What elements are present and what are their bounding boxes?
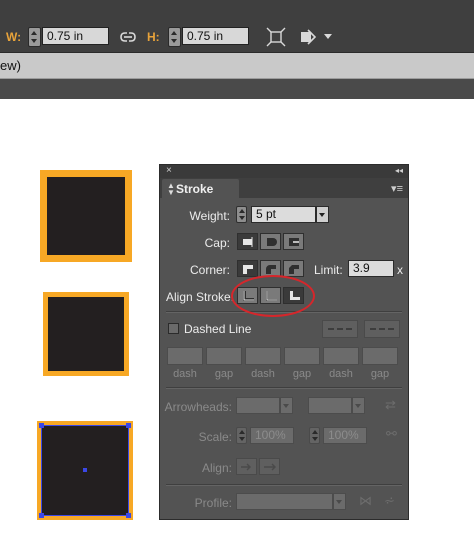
dash-preset-exact-icon <box>328 328 352 330</box>
panel-tab-row: ▲ ▼ Stroke <box>160 178 408 198</box>
arrow-align-place-button[interactable] <box>259 458 280 475</box>
scale-end-stepper[interactable] <box>309 427 320 444</box>
square-stroke-outside[interactable] <box>40 170 132 262</box>
dash-preset-align-corners-icon <box>370 328 394 330</box>
isolate-object-icon[interactable] <box>299 27 319 47</box>
panel-divider <box>166 484 402 486</box>
height-field[interactable]: 0.75 in <box>182 27 249 45</box>
control-bar: W: 0.75 in H: 0.75 in <box>0 0 474 53</box>
flip-along-icon[interactable]: ⋈ <box>359 493 372 509</box>
limit-unit: x <box>397 263 403 277</box>
expand-arrows-icon[interactable]: ▲ ▼ <box>167 182 175 197</box>
round-cap-button[interactable] <box>260 233 281 250</box>
butt-cap-button[interactable] <box>237 233 258 250</box>
transform-each-icon[interactable] <box>266 27 286 47</box>
width-label: W: <box>6 30 22 44</box>
corner-label: Corner: <box>189 263 230 277</box>
gap-1-field[interactable] <box>206 347 242 365</box>
profile-select[interactable] <box>236 493 333 510</box>
dash-1-field[interactable] <box>167 347 203 365</box>
width-field[interactable]: 0.75 in <box>42 27 109 45</box>
bevel-join-icon <box>289 265 299 274</box>
arrow-extend-icon <box>241 463 251 471</box>
miter-join-button[interactable] <box>237 260 258 277</box>
arrowhead-end-select[interactable] <box>308 397 352 414</box>
close-icon[interactable]: × <box>166 165 172 177</box>
flip-across-icon[interactable]: ⩫ <box>384 493 395 509</box>
height-stepper[interactable] <box>168 27 181 47</box>
dash-2-field[interactable] <box>245 347 281 365</box>
chevron-down-icon[interactable] <box>324 34 332 39</box>
round-join-icon <box>266 265 276 274</box>
scale-start-field[interactable]: 100% <box>250 427 294 444</box>
limit-field[interactable]: 3.9 <box>348 260 394 277</box>
align-stroke-label: Align Stroke: <box>166 290 235 304</box>
selection-handle[interactable] <box>126 513 131 518</box>
projecting-cap-icon <box>289 238 299 246</box>
collapse-icon[interactable]: ◂◂ <box>395 165 403 177</box>
constrain-proportions-icon[interactable] <box>118 27 138 47</box>
stroke-panel: × ◂◂ ▲ ▼ Stroke ▾≡ Weight: 5 pt Cap: Corn… <box>159 164 409 520</box>
selection-handle[interactable] <box>39 423 44 428</box>
square-stroke-inside[interactable] <box>43 292 129 376</box>
panel-titlebar[interactable]: × ◂◂ <box>160 165 408 178</box>
gap-2-label: gap <box>292 368 312 380</box>
weight-field[interactable]: 5 pt <box>251 206 316 223</box>
arrowhead-start-dropdown[interactable] <box>280 397 293 414</box>
weight-label: Weight: <box>189 209 230 223</box>
profile-dropdown[interactable] <box>333 493 346 510</box>
tab-stroke-label: Stroke <box>176 182 214 196</box>
dash-3-label: dash <box>329 368 353 380</box>
gap-2-field[interactable] <box>284 347 320 365</box>
arrowhead-end-dropdown[interactable] <box>352 397 365 414</box>
arrowheads-label: Arrowheads: <box>164 400 232 414</box>
bevel-join-button[interactable] <box>283 260 304 277</box>
weight-stepper[interactable] <box>236 206 247 223</box>
arrowhead-start-select[interactable] <box>236 397 280 414</box>
round-cap-icon <box>267 238 277 246</box>
arrow-place-icon <box>264 463 276 471</box>
weight-dropdown[interactable] <box>316 206 329 223</box>
gap-3-label: gap <box>370 368 390 380</box>
document-tab-title[interactable]: ew) <box>0 58 21 73</box>
gap-3-field[interactable] <box>362 347 398 365</box>
dash-preset-align-corners-button[interactable] <box>364 320 400 338</box>
dashed-line-label: Dashed Line <box>184 322 252 336</box>
dash-1-label: dash <box>173 368 197 380</box>
dash-preset-exact-button[interactable] <box>322 320 358 338</box>
limit-label: Limit: <box>314 263 343 277</box>
link-scale-icon[interactable]: ⚯ <box>386 426 397 442</box>
dash-3-field[interactable] <box>323 347 359 365</box>
center-point <box>83 468 87 472</box>
dashed-line-checkbox[interactable] <box>168 323 179 334</box>
miter-join-icon <box>243 265 253 274</box>
tab-stroke[interactable]: ▲ ▼ Stroke <box>162 179 239 198</box>
panel-menu-icon[interactable]: ▾≡ <box>391 182 403 195</box>
cap-label: Cap: <box>204 236 230 250</box>
tab-bar-shadow <box>0 79 474 99</box>
selection-handle[interactable] <box>126 423 131 428</box>
height-label: H: <box>147 30 160 44</box>
width-stepper[interactable] <box>28 27 41 47</box>
arrow-align-label: Align: <box>201 461 232 475</box>
profile-label: Profile: <box>194 496 232 510</box>
butt-cap-icon <box>243 237 253 247</box>
highlight-ellipse <box>231 275 315 317</box>
arrow-align-extend-button[interactable] <box>236 458 257 475</box>
selection-handle[interactable] <box>39 513 44 518</box>
document-tab-bar: ew) <box>0 53 474 79</box>
scale-end-field[interactable]: 100% <box>323 427 367 444</box>
swap-arrowheads-icon[interactable]: ⇄ <box>385 397 396 413</box>
scale-label: Scale: <box>198 430 232 444</box>
gap-1-label: gap <box>214 368 234 380</box>
dash-2-label: dash <box>251 368 275 380</box>
scale-start-stepper[interactable] <box>236 427 247 444</box>
projecting-cap-button[interactable] <box>283 233 304 250</box>
panel-divider <box>166 387 402 389</box>
